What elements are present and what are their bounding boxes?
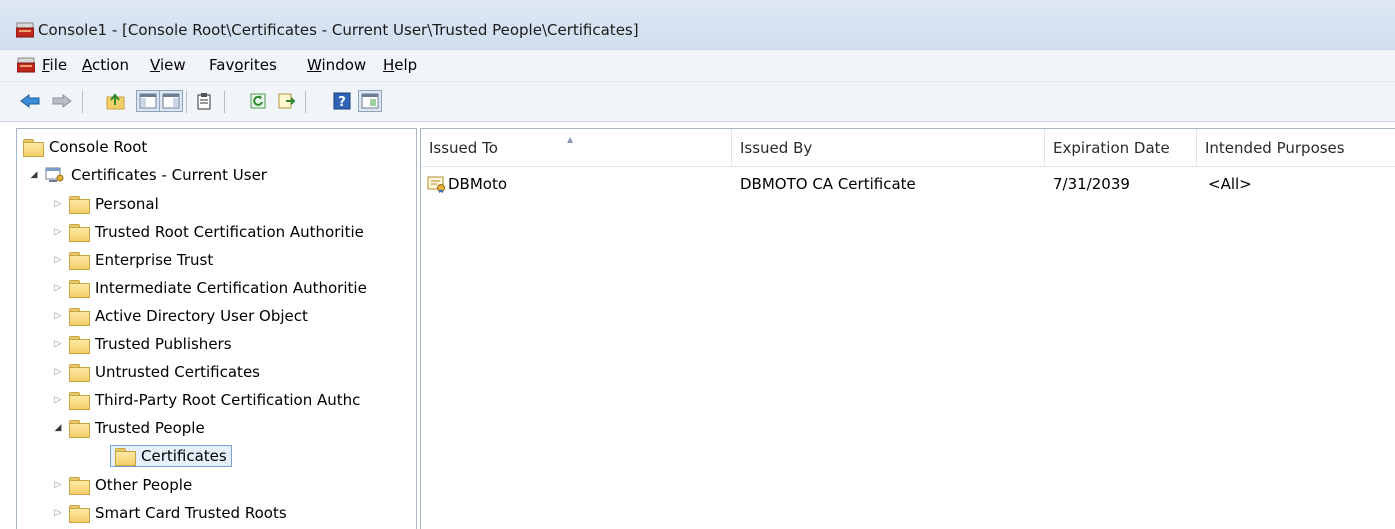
column-header-label: Expiration Date [1053, 138, 1170, 157]
column-header-expiration-date[interactable]: Expiration Date [1045, 129, 1197, 167]
column-header-label: Issued By [740, 138, 813, 157]
menu-file[interactable]: File [42, 56, 67, 74]
tree-item-trusted-root[interactable]: ▷ Trusted Root Certification Authoritie [51, 218, 364, 246]
folder-icon [69, 364, 90, 382]
tree-item-label: Enterprise Trust [95, 251, 214, 269]
expand-arrow-icon[interactable]: ▷ [51, 508, 65, 518]
expand-arrow-icon[interactable]: ▷ [51, 480, 65, 490]
forward-icon[interactable] [50, 90, 74, 112]
tree-item-label: Trusted Publishers [95, 335, 232, 353]
tree-item-smart-card[interactable]: ▷ Smart Card Trusted Roots [51, 499, 287, 527]
tree-item-trusted-people[interactable]: ◢ Trusted People [51, 414, 205, 442]
mmc-app-icon [16, 22, 34, 38]
selection-highlight: Certificates [110, 445, 232, 467]
expand-arrow-icon[interactable]: ▷ [51, 339, 65, 349]
show-hide-tree-icon[interactable] [136, 90, 160, 112]
tree-item-label: Third-Party Root Certification Authc [95, 391, 361, 409]
menu-bar: File Action View Favorites Window Help [0, 50, 1395, 82]
toolbar: ? [0, 82, 1395, 122]
column-header-label: Intended Purposes [1205, 138, 1345, 157]
cell-text: DBMoto [448, 175, 508, 193]
tree-item-label: Console Root [49, 138, 148, 156]
title-bar: Console1 - [Console Root\Certificates - … [0, 0, 1395, 50]
cell-expiration-date: 7/31/2039 [1053, 175, 1130, 193]
tree-item-personal[interactable]: ▷ Personal [51, 190, 159, 218]
expand-arrow-icon[interactable]: ▷ [51, 283, 65, 293]
tree-item-label: Active Directory User Object [95, 307, 308, 325]
certificate-icon [427, 176, 445, 193]
column-header-issued-by[interactable]: Issued By [732, 129, 1045, 167]
tree-item-label: Trusted People [95, 419, 205, 437]
expand-arrow-icon[interactable]: ▷ [51, 255, 65, 265]
tree-item-label: Personal [95, 195, 159, 213]
sort-ascending-icon: ▲ [567, 135, 574, 144]
expand-arrow-icon[interactable]: ▷ [51, 199, 65, 209]
cell-intended-purposes: <All> [1208, 175, 1252, 193]
menu-favorites[interactable]: Favorites [209, 56, 277, 74]
collapse-arrow-icon[interactable]: ◢ [51, 423, 65, 433]
tree-item-active-directory[interactable]: ▷ Active Directory User Object [51, 302, 308, 330]
menu-view[interactable]: View [150, 56, 186, 74]
tree-item-intermediate[interactable]: ▷ Intermediate Certification Authoritie [51, 274, 367, 302]
folder-icon [69, 505, 90, 523]
folder-icon [69, 252, 90, 270]
window-title: Console1 - [Console Root\Certificates - … [38, 21, 639, 39]
folder-icon [23, 139, 44, 157]
column-header-intended-purposes[interactable]: Intended Purposes [1197, 129, 1395, 167]
folder-icon [69, 280, 90, 298]
export-list-icon[interactable] [275, 90, 299, 112]
collapse-arrow-icon[interactable]: ◢ [27, 170, 41, 180]
tree-item-other-people[interactable]: ▷ Other People [51, 471, 192, 499]
folder-icon [69, 392, 90, 410]
menu-help[interactable]: Help [383, 56, 417, 74]
folder-icon [69, 196, 90, 214]
folder-icon [69, 308, 90, 326]
help-icon[interactable]: ? [330, 90, 354, 112]
cell-issued-by: DBMOTO CA Certificate [740, 175, 916, 193]
toolbar-separator [186, 91, 187, 113]
tree-item-label: Certificates - Current User [71, 166, 267, 184]
up-folder-icon[interactable] [104, 90, 128, 112]
expand-arrow-icon[interactable]: ▷ [51, 227, 65, 237]
toolbar-separator [82, 91, 83, 113]
folder-icon [69, 336, 90, 354]
properties-icon[interactable] [192, 90, 216, 112]
certificate-list[interactable]: Issued To ▲ Issued By Expiration Date In… [420, 128, 1395, 529]
show-hide-pane-icon[interactable] [159, 90, 183, 112]
tree-item-third-party-root[interactable]: ▷ Third-Party Root Certification Authc [51, 386, 360, 414]
menu-window[interactable]: Window [307, 56, 366, 74]
expand-arrow-icon[interactable]: ▷ [51, 395, 65, 405]
certificate-store-icon [45, 167, 64, 182]
tree-item-trusted-publishers[interactable]: ▷ Trusted Publishers [51, 330, 232, 358]
tree-item-console-root[interactable]: Console Root [23, 133, 147, 161]
tree-item-untrusted[interactable]: ▷ Untrusted Certificates [51, 358, 260, 386]
column-header-label: Issued To [429, 138, 498, 157]
tree-item-label: Intermediate Certification Authoritie [95, 279, 367, 297]
tree-item-enterprise-trust[interactable]: ▷ Enterprise Trust [51, 246, 213, 274]
tree-item-label: Smart Card Trusted Roots [95, 504, 287, 522]
tree-item-certificates-current-user[interactable]: ◢ Certificates - Current User [27, 161, 267, 189]
expand-arrow-icon[interactable]: ▷ [51, 367, 65, 377]
tree-item-label: Trusted Root Certification Authoritie [95, 223, 364, 241]
tree-item-certificates-selected[interactable]: Certificates [110, 442, 232, 470]
console-tree[interactable]: Console Root ◢ Certificates - Current Us… [16, 128, 417, 529]
column-header-issued-to[interactable]: Issued To ▲ [421, 129, 732, 167]
menu-action[interactable]: Action [82, 56, 129, 74]
tree-item-label: Untrusted Certificates [95, 363, 260, 381]
console-document-icon[interactable] [17, 57, 35, 73]
folder-icon [69, 420, 90, 438]
refresh-icon[interactable] [246, 90, 270, 112]
cell-issued-to[interactable]: DBMoto [427, 175, 507, 193]
folder-icon [69, 477, 90, 495]
tree-item-label: Certificates [141, 447, 227, 465]
toolbar-separator [305, 91, 306, 113]
expand-arrow-icon[interactable]: ▷ [51, 311, 65, 321]
folder-icon [115, 448, 136, 466]
back-icon[interactable] [18, 90, 42, 112]
toolbar-separator [224, 91, 225, 113]
tree-item-label: Other People [95, 476, 193, 494]
folder-icon [69, 224, 90, 242]
svg-text:?: ? [338, 95, 346, 110]
show-hide-action-pane-icon[interactable] [358, 90, 382, 112]
